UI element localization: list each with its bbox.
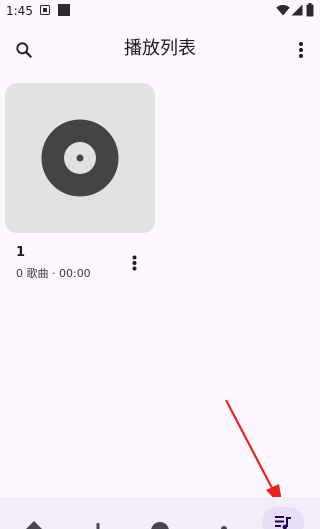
- songs-icon: [96, 523, 100, 529]
- playlist-icon: [275, 516, 291, 529]
- signal-icon: [291, 4, 303, 16]
- wifi-icon: [276, 5, 290, 16]
- nav-item-home[interactable]: [20, 497, 48, 529]
- nav-item-search[interactable]: [146, 497, 174, 529]
- home-icon: [26, 521, 42, 529]
- notification-a-icon: [40, 5, 50, 15]
- profile-icon: [221, 526, 227, 529]
- search-icon: [151, 522, 169, 529]
- nav-item-playlist[interactable]: [258, 497, 306, 529]
- status-bar: 1:45: [0, 0, 320, 24]
- search-icon: [16, 42, 32, 58]
- vinyl-record-icon: [41, 119, 119, 197]
- playlist-meta: 0 歌曲 · 00:00: [16, 267, 91, 280]
- playlist-cover[interactable]: [5, 83, 155, 233]
- more-vert-icon: [132, 255, 136, 271]
- search-button[interactable]: [8, 32, 40, 68]
- more-vert-icon: [299, 42, 303, 58]
- nav-item-profile[interactable]: [210, 497, 238, 529]
- status-time: 1:45: [6, 4, 33, 18]
- notification-square-icon: [58, 4, 70, 16]
- page-title: 播放列表: [124, 38, 196, 59]
- battery-icon: [306, 3, 314, 17]
- playlist-more-button[interactable]: [125, 250, 143, 276]
- bottom-navigation: [0, 497, 320, 529]
- top-app-bar: 播放列表: [0, 24, 320, 78]
- nav-item-songs[interactable]: [84, 497, 112, 529]
- playlist-name: 1: [16, 245, 26, 260]
- more-options-button[interactable]: [286, 32, 316, 68]
- playlist-card[interactable]: 1 0 歌曲 · 00:00: [5, 83, 155, 288]
